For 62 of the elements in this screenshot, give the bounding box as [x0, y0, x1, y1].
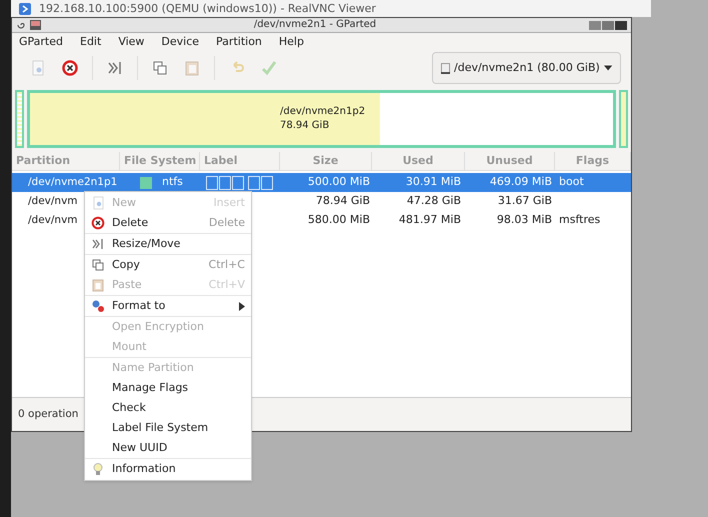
context-menu-item[interactable]: Information: [85, 459, 251, 479]
table-cell-text: ntfs: [162, 174, 183, 190]
resize-icon: [106, 59, 124, 77]
table-cell-text: 98.03 MiB: [496, 212, 553, 228]
status-text: 0 operation: [18, 406, 78, 422]
minimize-button[interactable]: [589, 20, 601, 30]
viewer-title: 192.168.10.100:5900 (QEMU (windows10)) - RealVNC Viewer: [39, 3, 376, 14]
table-cell-text: 47.28 GiB: [406, 193, 462, 210]
maximize-button[interactable]: [602, 20, 614, 30]
paste-icon: [183, 59, 201, 77]
table-cell-text: 469.09 MiB: [488, 174, 553, 190]
menu-item[interactable]: Device: [159, 34, 202, 50]
resize-icon: [91, 237, 105, 251]
window-title: /dev/nvme2n1 - GParted: [252, 20, 378, 30]
partition-name: /dev/nvme2n1p2: [280, 105, 366, 119]
context-menu-item[interactable]: Label File System: [85, 418, 251, 438]
shortcut-label: Ctrl+C: [208, 256, 245, 273]
menu-item[interactable]: Partition: [214, 34, 264, 50]
paste-icon: [91, 278, 105, 292]
menu-item[interactable]: Help: [276, 34, 306, 50]
context-menu-item[interactable]: Resize/Move: [85, 234, 251, 254]
close-button[interactable]: [615, 20, 627, 30]
format-icon: [91, 299, 105, 313]
device-dropdown[interactable]: /dev/nvme2n1 (80.00 GiB): [432, 52, 621, 84]
table-cell-text: 481.97 MiB: [398, 212, 462, 228]
app-icon: [30, 20, 41, 30]
partition-row[interactable]: /dev/nvme2n1p1 ntfs 500.00 MiB 30.91 MiB 469.09 MiB boot: [12, 173, 631, 192]
lightbulb-icon: [91, 462, 105, 476]
table-cell-text: 500.00 MiB: [306, 174, 371, 190]
menu-item[interactable]: Edit: [78, 34, 104, 50]
checkmark-icon: [260, 59, 278, 77]
context-menu-item[interactable]: Format to: [85, 296, 251, 316]
new-document-icon: [91, 196, 105, 210]
delete-icon: [61, 59, 79, 77]
context-menu-item[interactable]: New UUID: [85, 438, 251, 458]
shortcut-label: Delete: [208, 214, 245, 231]
table-cell-text: boot: [558, 174, 584, 190]
context-menu-item[interactable]: Check: [85, 398, 251, 418]
menu-item[interactable]: View: [116, 34, 146, 50]
copy-icon: [91, 258, 105, 272]
context-menu-item[interactable]: Copy Ctrl+C: [85, 255, 251, 275]
partition-block[interactable]: /dev/nvme2n1p2 78.94 GiB: [27, 90, 616, 148]
menu-item[interactable]: GParted: [17, 34, 65, 50]
table-cell-text: 78.94 GiB: [314, 193, 371, 210]
table-cell-text: msftres: [558, 212, 600, 228]
caret-icon: [604, 65, 612, 71]
table-cell-text: 31.67 GiB: [496, 193, 553, 210]
table-cell-text: /dev/nvm: [28, 212, 78, 228]
partition-block[interactable]: [619, 90, 628, 148]
context-menu-item[interactable]: Delete Delete: [85, 213, 251, 233]
table-cell-text: 30.91 MiB: [404, 174, 462, 190]
table-cell-text: 580.00 MiB: [306, 212, 371, 228]
table-cell-text: /dev/nvme2n1p1: [28, 174, 118, 190]
partition-size: 78.94 GiB: [280, 119, 330, 133]
partition-block[interactable]: [15, 90, 24, 148]
copy-icon: [151, 59, 169, 77]
spiral-icon: [16, 20, 26, 30]
submenu-arrow-icon: [239, 302, 245, 310]
context-menu-item[interactable]: Manage Flags: [85, 378, 251, 398]
viewer-logo-icon: [19, 2, 31, 14]
delete-icon: [91, 216, 105, 230]
table-cell-text: /dev/nvm: [28, 194, 78, 209]
